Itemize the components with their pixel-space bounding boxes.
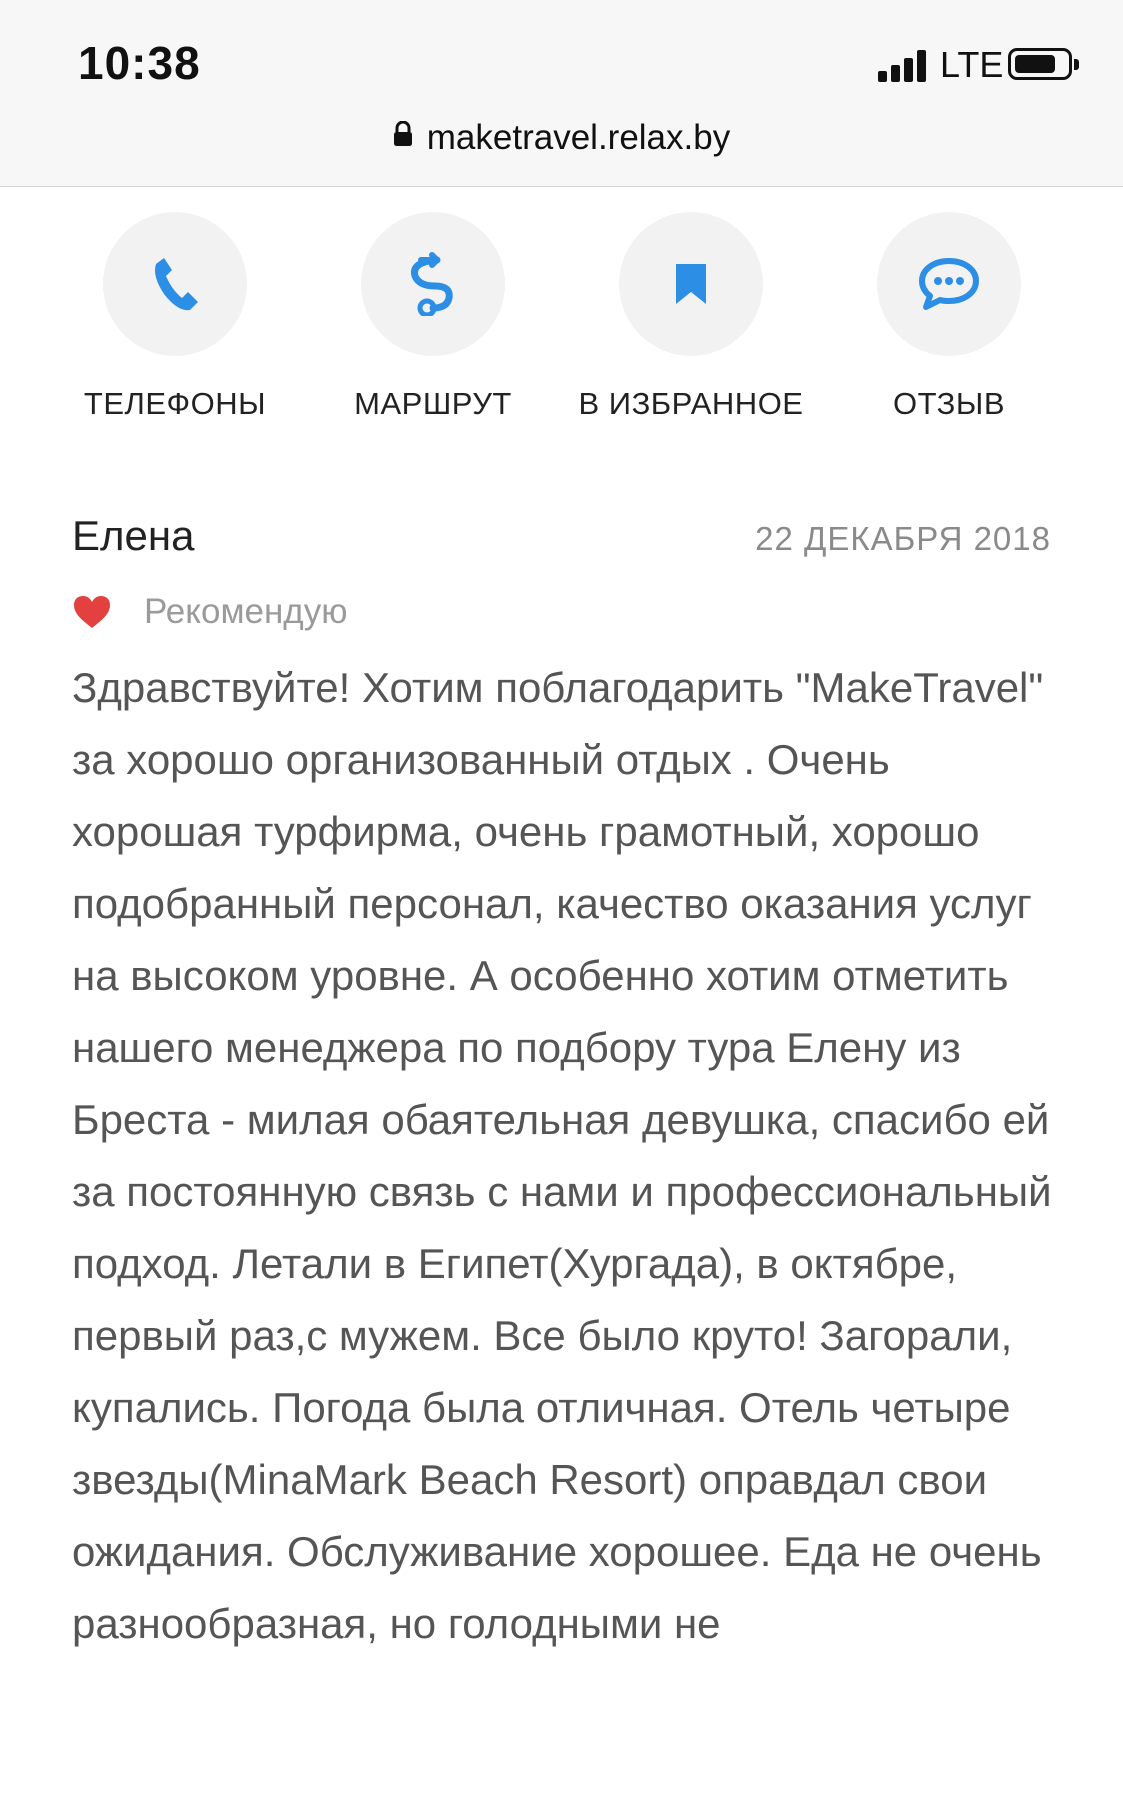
phones-button[interactable]: ТЕЛЕФОНЫ	[46, 212, 304, 422]
review-author: Елена	[72, 512, 195, 559]
route-circle[interactable]	[361, 212, 505, 356]
phone-icon	[155, 258, 198, 311]
bookmark-icon	[676, 264, 706, 304]
favorite-button[interactable]: В ИЗБРАННОЕ	[562, 212, 820, 422]
chat-bubble-icon	[919, 258, 979, 310]
review-text: Здравствуйте! Хотим поблагодарить "MakeT…	[72, 664, 1052, 1647]
review-label: ОТЗЫВ	[892, 386, 1006, 421]
review-button[interactable]: ОТЗЫВ	[820, 212, 1078, 422]
signal-bars-icon	[878, 50, 928, 82]
recommend-badge: Рекомендую	[72, 590, 347, 634]
action-bar: ТЕЛЕФОНЫ МАРШРУТ В ИЗБРАННОЕ ОТЗЫВ	[0, 212, 1123, 432]
review-circle[interactable]	[877, 212, 1021, 356]
phones-label: ТЕЛЕФОНЫ	[83, 386, 267, 421]
recommend-label: Рекомендую	[144, 592, 348, 631]
route-icon	[411, 252, 453, 316]
url-text: maketravel.relax.by	[426, 118, 731, 157]
status-time: 10:38	[78, 37, 201, 89]
route-label: МАРШРУТ	[354, 386, 512, 421]
route-button[interactable]: МАРШРУТ	[304, 212, 562, 422]
favorite-circle[interactable]	[619, 212, 763, 356]
favorite-label: В ИЗБРАННОЕ	[578, 386, 804, 421]
address-bar[interactable]: maketravel.relax.by	[0, 118, 1123, 158]
review-date: 22 ДЕКАБРЯ 2018	[755, 520, 1051, 557]
lock-icon	[393, 116, 413, 156]
browser-top-bar: 10:38 LTE maketravel.relax.by	[0, 0, 1123, 187]
heart-icon	[74, 596, 110, 628]
phones-circle[interactable]	[103, 212, 247, 356]
battery-icon	[1008, 48, 1079, 80]
network-type: LTE	[940, 44, 1004, 85]
